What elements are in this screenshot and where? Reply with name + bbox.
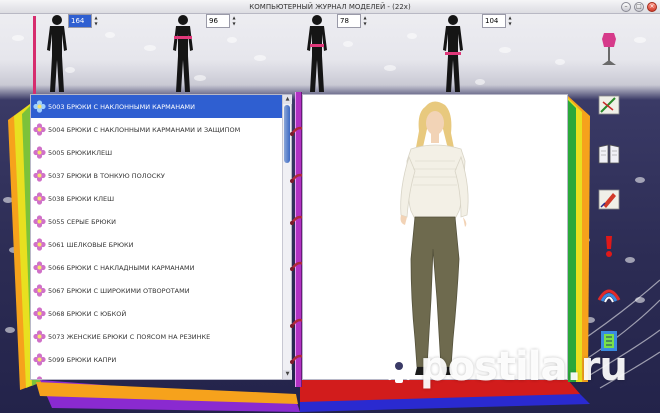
pattern-tool-icon [598,95,620,115]
list-item-label: 5037 БРЮКИ В ТОНКУЮ ПОЛОСКУ [48,171,165,180]
list-item[interactable]: 5066 БРЮКИ С НАКЛАДНЫМИ КАРМАНАМИ [31,256,282,279]
pencil-icon [598,189,620,210]
height-spinner-arrows[interactable]: ▲ ▼ [93,15,99,27]
window-controls: – □ × [621,2,657,12]
alert-button[interactable] [596,233,622,259]
flower-icon [33,169,46,182]
flower-icon [33,100,46,113]
flower-icon [33,284,46,297]
model-preview-image [400,101,469,375]
flower-icon [33,123,46,136]
flower-icon [36,376,43,379]
edit-button[interactable] [596,186,622,212]
flower-icon [33,307,46,320]
list-item-label: 5003 БРЮКИ С НАКЛОННЫМИ КАРМАНАМИ [48,102,195,111]
list-item[interactable]: 5073 ЖЕНСКИЕ БРЮКИ С ПОЯСОМ НА РЕЗИНКЕ [31,325,282,348]
list-item-label: 5061 ШЕЛКОВЫЕ БРЮКИ [48,240,134,249]
mannequin-button[interactable] [596,33,622,65]
color-button[interactable] [596,281,622,307]
list-item-label: 5100 БРЮКИ КАРГО [48,379,116,380]
waist-spinner[interactable]: ▲▼ [337,13,368,28]
alert-icon [606,236,612,257]
flower-icon [33,353,46,366]
mannequin-icon [602,33,616,65]
bust-spinner[interactable]: ▲▼ [206,13,237,28]
list-item[interactable]: 5100 БРЮКИ КАРГО [31,371,282,379]
spinner-down-icon[interactable]: ▼ [507,21,513,27]
list-item[interactable]: 5004 БРЮКИ С НАКЛОННЫМИ КАРМАНАМИ И ЗАЩИ… [31,118,282,141]
flower-icon [33,146,46,159]
spinner-down-icon[interactable]: ▼ [93,21,99,27]
flower-icon [33,238,46,251]
book-icon [598,144,620,164]
figure-waist [307,15,327,92]
flower-icon [33,261,46,274]
list-item-label: 5055 СЕРЫЕ БРЮКИ [48,217,116,226]
minimize-button[interactable]: – [621,2,631,12]
flower-icon [33,330,46,343]
spinner-down-icon[interactable]: ▼ [362,21,368,27]
catalog-button[interactable] [596,141,622,167]
list-item[interactable]: 5061 ШЕЛКОВЫЕ БРЮКИ [31,233,282,256]
list-item-label: 5099 БРЮКИ КАПРИ [48,355,117,364]
list-item-label: 5068 БРЮКИ С ЮБКОЙ [48,309,127,318]
figure-hips [443,15,463,92]
scroll-up-icon[interactable]: ▲ [283,95,292,104]
flower-icon [33,215,46,228]
list-item-label: 5073 ЖЕНСКИЕ БРЮКИ С ПОЯСОМ НА РЕЗИНКЕ [48,332,211,341]
window-title: КОМПЬЮТЕРНЫЙ ЖУРНАЛ МОДЕЛЕЙ - (22x) [249,3,411,11]
maximize-button[interactable]: □ [634,2,644,12]
waist-input[interactable] [337,13,361,28]
model-preview-page [302,94,568,380]
hips-spinner-arrows[interactable]: ▲ ▼ [507,15,513,27]
list-item[interactable]: 5003 БРЮКИ С НАКЛОННЫМИ КАРМАНАМИ [31,95,282,118]
list-item[interactable]: 5055 СЕРЫЕ БРЮКИ [31,210,282,233]
close-button[interactable]: × [647,2,657,12]
list-item[interactable]: 5067 БРЮКИ С ШИРОКИМИ ОТВОРОТАМИ [31,279,282,302]
list-item[interactable]: 5099 БРЮКИ КАПРИ [31,348,282,371]
scroll-down-icon[interactable]: ▼ [283,370,292,379]
list-item[interactable]: 5005 БРЮКИКЛЕШ [31,141,282,164]
list-item[interactable]: 5037 БРЮКИ В ТОНКУЮ ПОЛОСКУ [31,164,282,187]
list-item-label: 5005 БРЮКИКЛЕШ [48,148,113,157]
list-item-label: 5004 БРЮКИ С НАКЛОННЫМИ КАРМАНАМИ И ЗАЩИ… [48,125,241,134]
model-list[interactable]: 5003 БРЮКИ С НАКЛОННЫМИ КАРМАНАМИ 5004 БР… [31,95,282,379]
postila-logo-icon [382,349,416,383]
bust-spinner-arrows[interactable]: ▲ ▼ [231,15,237,27]
hips-input[interactable] [482,13,506,28]
height-spinner[interactable]: ▲▼ [68,13,99,28]
flower-icon [33,192,46,205]
rainbow-icon [597,289,621,303]
hips-spinner[interactable]: ▲▼ [482,13,513,28]
figure-bust [173,15,193,92]
list-item-label: 5067 БРЮКИ С ШИРОКИМИ ОТВОРОТАМИ [48,286,190,295]
model-list-page: 5003 БРЮКИ С НАКЛОННЫМИ КАРМАНАМИ 5004 БР… [30,94,292,380]
list-item-label: 5066 БРЮКИ С НАКЛАДНЫМИ КАРМАНАМИ [48,263,195,272]
list-item[interactable]: 5038 БРЮКИ КЛЕШ [31,187,282,210]
waist-spinner-arrows[interactable]: ▲ ▼ [362,15,368,27]
bust-input[interactable] [206,13,230,28]
spinner-down-icon[interactable]: ▼ [231,21,237,27]
height-input[interactable] [68,13,92,28]
list-item-label: 5038 БРЮКИ КЛЕШ [48,194,115,203]
watermark-text: postila.ru [420,344,628,390]
list-item[interactable]: 5068 БРЮКИ С ЮБКОЙ [31,302,282,325]
pattern-tool-button[interactable] [596,91,622,117]
window-titlebar: КОМПЬЮТЕРНЫЙ ЖУРНАЛ МОДЕЛЕЙ - (22x) – □ … [0,0,660,14]
